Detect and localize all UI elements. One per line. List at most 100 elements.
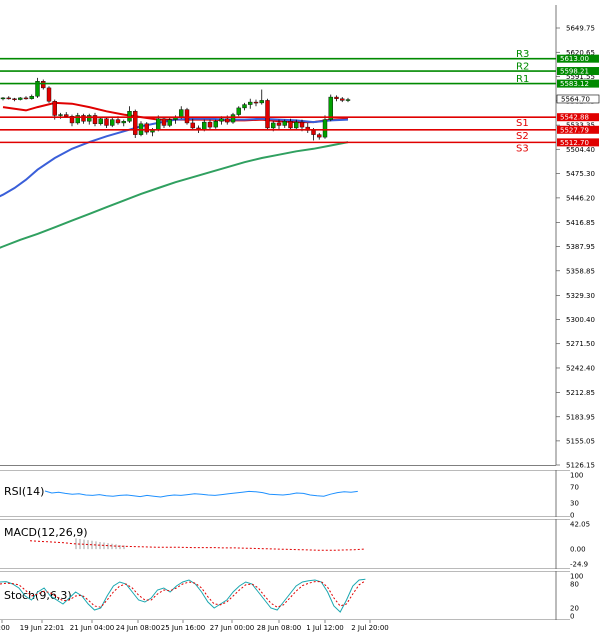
stoch-tick-label: 100 — [570, 573, 583, 581]
stoch-tick-label: 0 — [570, 613, 574, 621]
candle-body — [110, 119, 115, 126]
candle-body — [317, 134, 322, 138]
price-tick-label: 5358.85 — [566, 267, 595, 275]
candle-body — [213, 121, 218, 128]
candle-body — [87, 115, 92, 122]
time-tick-label: 1 Jul 12:00 — [306, 624, 344, 632]
candle-body — [259, 100, 264, 104]
price-tick-label: 5155.05 — [566, 437, 595, 445]
time-tick-label: 21 Jun 04:00 — [70, 624, 114, 632]
macd-label: MACD(12,26,9) — [4, 526, 88, 539]
price-tick-label: 5446.20 — [566, 194, 595, 202]
price-pane-bg — [0, 5, 556, 465]
price-pane: 5649.755620.655591.555562.455533.355504.… — [0, 5, 600, 470]
price-tick-label: 5242.40 — [566, 364, 595, 372]
candle-body — [265, 100, 270, 129]
candle-body — [328, 96, 333, 120]
candle-body — [276, 122, 282, 126]
candle-body — [322, 119, 328, 138]
rsi-tick-label: 30 — [570, 500, 579, 508]
price-tick-label: 5271.50 — [566, 340, 595, 348]
candle-body — [6, 97, 11, 100]
time-tick-label: 25 Jun 16:00 — [161, 624, 205, 632]
stoch-tick-label: 80 — [570, 581, 579, 589]
candle-body — [144, 123, 149, 133]
candle-body — [282, 121, 287, 126]
time-tick-label: 2 Jul 20:00 — [351, 624, 389, 632]
macd-tick-label: 42.05 — [570, 521, 590, 529]
macd-tick-label: -24.9 — [570, 561, 588, 569]
rsi-label: RSI(14) — [4, 485, 44, 498]
candle-body — [121, 121, 126, 124]
candle-body — [340, 98, 345, 101]
candle-body — [52, 101, 57, 116]
candle-body — [127, 111, 132, 122]
candle-body — [190, 122, 195, 129]
rsi-tick-label: 100 — [570, 472, 583, 480]
level-tag-value: 5583.12 — [560, 80, 589, 88]
candle-body — [133, 111, 138, 135]
candle-body — [58, 114, 63, 116]
candle-body — [299, 121, 305, 128]
level-tag-value: 5598.21 — [560, 68, 589, 76]
candle-body — [311, 130, 316, 135]
price-tick-label: 5300.40 — [566, 316, 595, 324]
candle-body — [18, 97, 23, 100]
price-tick-label: 5329.30 — [566, 292, 595, 300]
level-label-s3: S3 — [516, 143, 529, 154]
candle-body — [81, 115, 86, 122]
candle-body — [207, 121, 213, 128]
candle-body — [242, 104, 247, 109]
candle-body — [294, 121, 299, 129]
price-tick-label: 5504.40 — [566, 146, 595, 154]
candle-body — [288, 121, 293, 129]
level-label-r2: R2 — [516, 62, 529, 73]
price-tick-label: 5183.95 — [566, 413, 595, 421]
candle-body — [156, 118, 161, 130]
candle-body — [271, 122, 276, 129]
rsi-pane: RSI(14) 100 70 30 0 — [0, 470, 583, 520]
candle-body — [46, 87, 52, 102]
time-axis: 2:00 19 Jun 22:01 21 Jun 04:0024 Jun 08:00… — [0, 620, 389, 632]
level-tag-value: 5542.88 — [560, 114, 589, 122]
candle-body — [104, 118, 109, 126]
rsi-line — [44, 490, 358, 498]
candle-body — [98, 118, 103, 124]
candle-body — [225, 118, 230, 123]
candle-body — [219, 118, 224, 122]
candle-body — [161, 118, 167, 126]
candle-body — [41, 81, 46, 89]
candle-body — [230, 114, 236, 123]
level-tag-value: 5512.70 — [560, 139, 589, 147]
candle-body — [236, 107, 241, 115]
candle-body — [248, 101, 253, 105]
rsi-tick-label: 70 — [570, 484, 579, 492]
current-price-label: 5564.70 — [561, 95, 590, 103]
level-tag-value: 5613.00 — [560, 55, 589, 63]
candle-body — [167, 119, 172, 126]
level-tag-value: 5527.79 — [560, 126, 589, 134]
candle-body — [64, 114, 69, 117]
candle-body — [29, 96, 34, 99]
macd-tick-label: 0.00 — [570, 546, 586, 554]
macd-pane: MACD(12,26,9) 42.05 0.00 -24.9 — [0, 519, 590, 569]
level-label-r3: R3 — [516, 49, 529, 60]
candle-body — [202, 121, 207, 130]
time-tick-label: 27 Jun 00:00 — [210, 624, 254, 632]
candle-body — [12, 98, 17, 100]
stoch-pane: Stoch(9,6,3) 10080200 — [0, 571, 583, 621]
candle-body — [0, 97, 6, 100]
price-tick-label: 5416.85 — [566, 219, 595, 227]
candle-body — [345, 99, 351, 101]
candle-body — [23, 97, 29, 100]
candle-body — [253, 101, 259, 104]
price-tick-label: 5649.75 — [566, 25, 595, 33]
rsi-tick-label: 0 — [570, 512, 574, 520]
price-tick-label: 5212.85 — [566, 389, 595, 397]
price-tick-label: 5387.95 — [566, 243, 595, 251]
level-label-s2: S2 — [516, 131, 529, 142]
time-tick-label: 28 Jun 08:00 — [257, 624, 301, 632]
price-tick-label: 5475.30 — [566, 170, 595, 178]
candle-body — [179, 109, 184, 118]
level-label-r1: R1 — [516, 74, 529, 85]
